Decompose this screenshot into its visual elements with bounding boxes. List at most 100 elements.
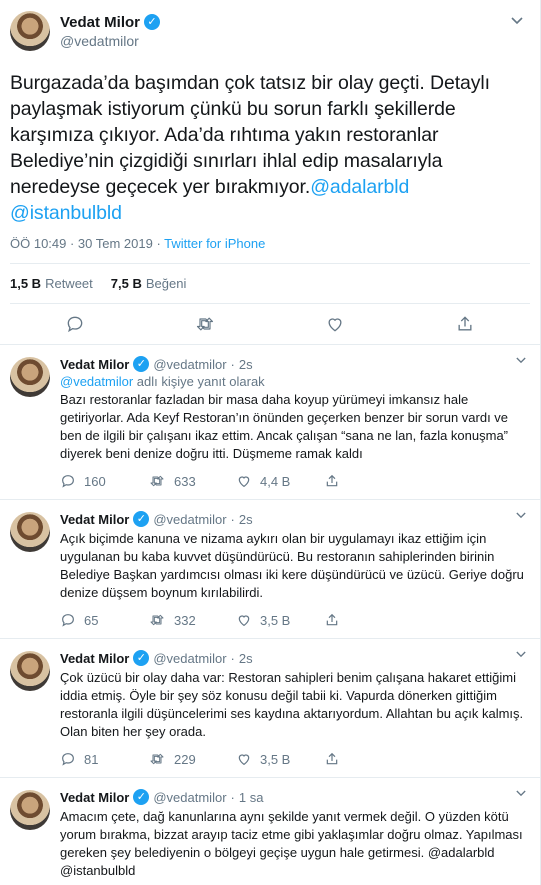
author-name[interactable]: Vedat Milor [60,357,129,372]
like-icon [238,476,250,488]
share-button[interactable] [324,612,412,628]
chevron-down-icon[interactable] [516,786,526,800]
author-handle[interactable]: @vedatmilor [153,357,226,372]
avatar[interactable] [10,651,50,691]
reply-text: Açık biçimde kanuna ve nizama aykırı ola… [60,531,524,600]
mention-link[interactable]: @adalarbld [310,176,409,198]
share-button[interactable] [324,473,412,489]
avatar[interactable] [10,512,50,552]
tweet-text: Burgazada’da başımdan çok tatsız bir ola… [10,70,530,226]
reply-text: Bazı restoranlar fazladan bir masa daha … [60,392,509,461]
reply-header: Vedat Milor ✓ @vedatmilor · 2s [60,649,530,667]
verified-icon: ✓ [144,14,161,30]
reply-button[interactable]: 81 [60,751,148,767]
separator-dot: · [230,356,235,372]
reply-actions: 160 633 4,4 B [60,463,530,499]
tweet-stats: 1,5 B Retweet 7,5 B Beğeni [10,264,530,304]
author-name[interactable]: Vedat Milor [60,651,129,666]
separator-dot: · [230,650,235,666]
reply-count: 160 [84,473,106,489]
verified-icon: ✓ [133,789,150,805]
retweet-icon [150,614,164,626]
retweet-count: 633 [174,473,196,489]
reply-tweet[interactable]: Vedat Milor ✓ @vedatmilor · 2s Çok üzücü… [0,639,540,778]
reply-actions: 81 229 3,5 B [60,741,530,777]
retweet-button[interactable]: 229 [148,751,236,767]
reply-icon [62,475,74,488]
reply-text: Çok üzücü bir olay daha var: Restoran sa… [60,670,524,739]
retweet-button[interactable]: 332 [148,612,236,628]
retweet-icon[interactable] [193,312,217,336]
timestamp[interactable]: 2s [239,651,253,666]
reply-actions: 65 332 3,5 B [60,602,530,638]
retweet-icon [150,753,164,765]
like-count: 3,5 B [260,612,291,628]
reply-count: 65 [84,612,99,628]
replying-to: @vedatmilor adlı kişiye yanıt olarak [60,374,530,389]
tweet-body: Burgazada’da başımdan çok tatsız bir ola… [10,72,490,198]
retweet-stat[interactable]: 1,5 B Retweet [10,276,93,291]
retweet-count: 1,5 B [10,276,42,291]
reply-header: Vedat Milor ✓ @vedatmilor · 1 sa [60,788,530,806]
separator-dot: · [230,511,235,527]
avatar[interactable] [10,357,50,397]
author-block: Vedat Milor ✓ @vedatmilor [60,14,161,49]
author-handle[interactable]: @vedatmilor [153,512,226,527]
reply-tweet[interactable]: Vedat Milor ✓ @vedatmilor · 2s @vedatmil… [0,345,540,500]
verified-icon: ✓ [133,650,150,666]
reply-tweet[interactable]: Vedat Milor ✓ @vedatmilor · 1 sa Amacım … [0,778,540,880]
chevron-down-icon[interactable] [516,508,526,522]
author-name[interactable]: Vedat Milor [60,14,140,31]
reply-icon [62,614,74,627]
chevron-down-icon[interactable] [508,12,526,28]
reply-button[interactable]: 65 [60,612,148,628]
reply-tweet[interactable]: Vedat Milor ✓ @vedatmilor · 2s Açık biçi… [0,500,540,639]
avatar[interactable] [10,790,50,830]
chevron-down-icon[interactable] [516,353,526,367]
reply-button[interactable]: 160 [60,473,148,489]
source-link[interactable]: Twitter for iPhone [164,236,265,251]
retweet-count: 229 [174,751,196,767]
verified-icon: ✓ [133,511,150,527]
main-tweet: Vedat Milor ✓ @vedatmilor Burgazada’da b… [0,0,540,345]
author-handle[interactable]: @vedatmilor [153,651,226,666]
timestamp[interactable]: 2s [239,357,253,372]
reply-header: Vedat Milor ✓ @vedatmilor · 2s [60,510,530,528]
share-icon [326,474,338,487]
like-stat[interactable]: 7,5 B Beğeni [111,276,187,291]
tweet-actions [10,304,530,344]
mention-link[interactable]: @istanbulbld [10,202,122,224]
like-icon [238,615,250,627]
retweet-label: Retweet [45,276,93,291]
like-count: 7,5 B [110,276,142,291]
verified-icon: ✓ [133,356,150,372]
reply-icon[interactable] [63,312,87,336]
chevron-down-icon[interactable] [516,647,526,661]
retweet-icon [150,475,164,487]
timestamp[interactable]: 1 sa [239,790,264,805]
share-button[interactable] [324,751,412,767]
like-label: Beğeni [145,276,187,291]
like-button[interactable]: 4,4 B [236,473,324,489]
reply-count: 81 [84,751,99,767]
like-count: 3,5 B [260,751,291,767]
avatar[interactable] [10,11,50,51]
share-icon[interactable] [453,312,477,336]
tweet-thread: Vedat Milor ✓ @vedatmilor Burgazada’da b… [0,0,541,885]
author-name[interactable]: Vedat Milor [60,790,129,805]
reply-icon [62,753,74,766]
author-name[interactable]: Vedat Milor [60,512,129,527]
author-handle[interactable]: @vedatmilor [60,33,160,49]
reply-header: Vedat Milor ✓ @vedatmilor · 2s [60,355,530,373]
timestamp[interactable]: ÖÖ 10:49 · 30 Tem 2019 · [10,236,164,251]
timestamp[interactable]: 2s [239,512,253,527]
separator-dot: · [230,789,235,805]
like-button[interactable]: 3,5 B [236,612,324,628]
share-icon [326,613,338,626]
like-button[interactable]: 3,5 B [236,751,324,767]
author-handle[interactable]: @vedatmilor [153,790,226,805]
mention-link[interactable]: @vedatmilor [60,374,133,389]
like-icon[interactable] [323,312,347,336]
retweet-button[interactable]: 633 [148,473,236,489]
share-icon [326,752,338,765]
